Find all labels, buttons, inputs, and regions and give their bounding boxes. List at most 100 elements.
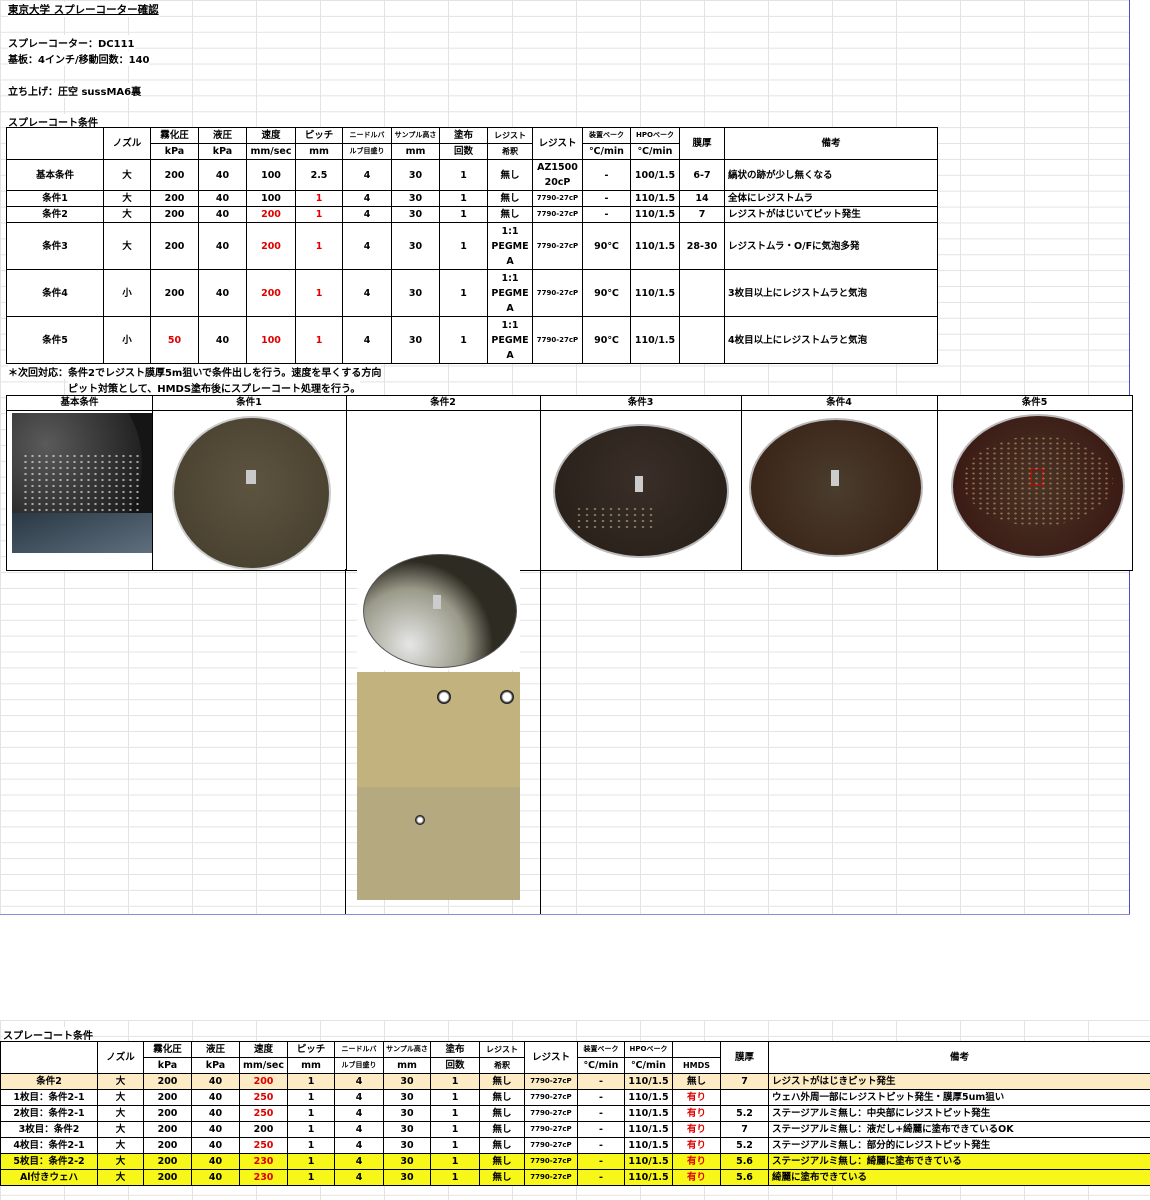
cell2-atomize: 200: [143, 1105, 192, 1122]
cell2-thickness: 5.2: [720, 1137, 769, 1154]
cell-coats: 1: [439, 269, 488, 317]
cell-needle: 4: [342, 222, 392, 270]
cell2-atomize: 200: [143, 1169, 192, 1186]
cell-hpo: 110/1.5: [630, 316, 680, 364]
cell-needle: 4: [342, 159, 392, 191]
cell-hpo: 110/1.5: [630, 190, 680, 207]
header2-speed: 速度: [239, 1041, 288, 1058]
cell-bake: -: [582, 159, 631, 191]
cell-resist: 7790-27cP: [532, 269, 583, 317]
header2-speed-unit: mm/sec: [239, 1057, 288, 1074]
cell2-height: 30: [383, 1169, 431, 1186]
header2-dilution: レジスト: [479, 1041, 525, 1058]
header-liquid-unit: kPa: [198, 143, 247, 160]
cell-pitch: 1: [295, 206, 343, 223]
header-needle-2: ルブ目盛り: [342, 143, 392, 160]
cell2-dilution: 無し: [479, 1153, 525, 1170]
cell-dilution: 1:1 PEGME A: [487, 269, 533, 317]
cell2-bake: -: [577, 1073, 625, 1090]
header-coats: 塗布: [439, 127, 488, 144]
cell-hpo: 100/1.5: [630, 159, 680, 191]
cell2-name: 1枚目：条件2-1: [0, 1089, 98, 1106]
header2-atomize-unit: kPa: [143, 1057, 192, 1074]
header2-dilution-2: 希釈: [479, 1057, 525, 1074]
cell-speed: 200: [246, 222, 296, 270]
cell2-liquid: 40: [191, 1169, 240, 1186]
cell2-atomize: 200: [143, 1153, 192, 1170]
header2-hmds-top: [672, 1041, 721, 1058]
cell-liquid: 40: [198, 269, 247, 317]
cell2-dilution: 無し: [479, 1089, 525, 1106]
header2-nozzle: ノズル: [97, 1041, 144, 1074]
image-header-cond4: 条件4: [741, 396, 937, 411]
header2-pitch-unit: mm: [287, 1057, 335, 1074]
cell-atomize: 200: [150, 159, 199, 191]
header-dilution-2: 希釈: [487, 143, 533, 160]
cell2-coats: 1: [430, 1169, 480, 1186]
cell2-hpo: 110/1.5: [624, 1105, 673, 1122]
cell2-pitch: 1: [287, 1105, 335, 1122]
cell-thickness: 6-7: [679, 159, 725, 191]
cell-resist: 7790-27cP: [532, 206, 583, 223]
cell2-height: 30: [383, 1153, 431, 1170]
cell-atomize: 200: [150, 222, 199, 270]
cell-needle: 4: [342, 316, 392, 364]
cell-name: 条件3: [6, 222, 104, 270]
cell-height: 30: [391, 316, 440, 364]
cell-height: 30: [391, 206, 440, 223]
cell-pitch: 2.5: [295, 159, 343, 191]
cell2-needle: 4: [334, 1089, 384, 1106]
cell2-hmds: 有り: [672, 1153, 721, 1170]
cell2-atomize: 200: [143, 1089, 192, 1106]
cell-remarks: 4枚目以上にレジストムラと気泡: [724, 316, 938, 364]
cell2-hpo: 110/1.5: [624, 1169, 673, 1186]
cell2-bake: -: [577, 1169, 625, 1186]
cell-speed: 200: [246, 269, 296, 317]
pit-closeup-photo-1: [357, 672, 520, 787]
cell-pitch: 1: [295, 222, 343, 270]
cell2-hpo: 110/1.5: [624, 1137, 673, 1154]
cell2-liquid: 40: [191, 1121, 240, 1138]
cell2-coats: 1: [430, 1121, 480, 1138]
cell2-nozzle: 大: [97, 1121, 144, 1138]
cell2-liquid: 40: [191, 1137, 240, 1154]
cell2-bake: -: [577, 1089, 625, 1106]
wafer-photo-cond3: [553, 424, 729, 558]
image-header-cond5: 条件5: [937, 396, 1132, 411]
cell2-thickness: 7: [720, 1121, 769, 1138]
cell2-thickness: 7: [720, 1073, 769, 1090]
cell-nozzle: 小: [103, 316, 151, 364]
cell-atomize: 200: [150, 190, 199, 207]
cell2-nozzle: 大: [97, 1153, 144, 1170]
header2-atomize: 霧化圧: [143, 1041, 192, 1058]
header2-thickness: 膜厚: [720, 1041, 769, 1074]
cell2-hpo: 110/1.5: [624, 1089, 673, 1106]
page-break-horizontal: [0, 914, 1130, 915]
cell-dilution: 無し: [487, 206, 533, 223]
cell-resist: 7790-27cP: [532, 190, 583, 207]
cell2-thickness: 5.2: [720, 1105, 769, 1122]
cell-thickness: [679, 269, 725, 317]
cell2-coats: 1: [430, 1089, 480, 1106]
header-hpo: HPOベーク: [630, 127, 680, 144]
wafer-photo-cond1: [172, 416, 331, 570]
cell-speed: 100: [246, 159, 296, 191]
header-bake-unit: ℃/min: [582, 143, 631, 160]
cell2-nozzle: 大: [97, 1073, 144, 1090]
cell2-bake: -: [577, 1105, 625, 1122]
cell-pitch: 1: [295, 190, 343, 207]
cell2-hmds: 有り: [672, 1137, 721, 1154]
cell-needle: 4: [342, 206, 392, 223]
cell2-remarks: ステージアルミ無し：液だし+綺麗に塗布できているOK: [768, 1121, 1150, 1138]
cell-remarks: 全体にレジストムラ: [724, 190, 938, 207]
cell-resist: AZ1500 20cP: [532, 159, 583, 191]
cell-name: 条件4: [6, 269, 104, 317]
cell-speed: 200: [246, 206, 296, 223]
header2-needle: ニードルバ: [334, 1041, 384, 1058]
cell2-speed: 200: [239, 1073, 288, 1090]
cell-name: 基本条件: [6, 159, 104, 191]
cell-nozzle: 大: [103, 159, 151, 191]
cell2-height: 30: [383, 1089, 431, 1106]
cell2-speed: 200: [239, 1121, 288, 1138]
cell2-height: 30: [383, 1121, 431, 1138]
